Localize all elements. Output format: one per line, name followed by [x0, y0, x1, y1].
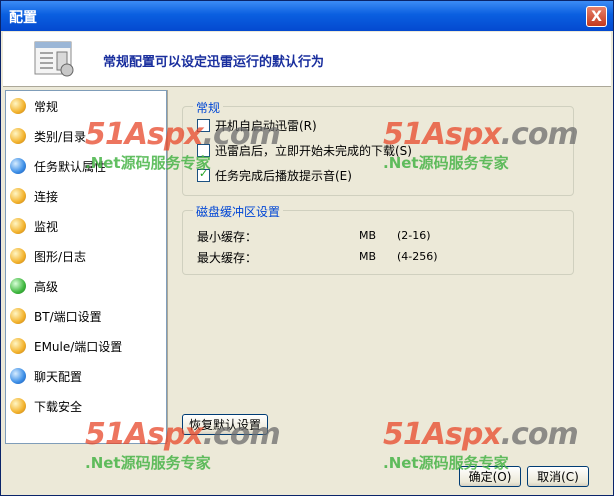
close-button[interactable]: X — [586, 6, 607, 27]
sidebar-item-label: EMule/端口设置 — [34, 339, 123, 354]
sidebar-item-label: 聊天配置 — [34, 369, 83, 384]
chat-icon — [10, 368, 26, 384]
sidebar-item-label: 监视 — [34, 219, 59, 234]
max-cache-unit: MB — [359, 250, 377, 263]
settings-document-icon — [34, 41, 74, 77]
completion-sound-label: 任务完成后播放提示音(E) — [215, 169, 352, 183]
completion-sound-option[interactable]: 任务完成后播放提示音(E) — [197, 167, 352, 184]
sidebar-item-label: 类别/目录 — [34, 129, 87, 144]
resume-downloads-option[interactable]: 迅雷启后，立即开始未完成的下载(S) — [197, 142, 412, 159]
title-bar[interactable]: 配置 X — [1, 1, 613, 31]
watermark-slogan: .Net源码服务专家 — [85, 454, 211, 472]
close-icon: X — [591, 9, 602, 25]
sidebar-item-emule-port[interactable]: EMule/端口设置 — [10, 335, 162, 357]
autostart-label: 开机自启动迅雷(R) — [215, 119, 317, 133]
general-group: 常规 开机自启动迅雷(R) 迅雷启后，立即开始未完成的下载(S) 任务完成后播放… — [182, 99, 574, 196]
blue-star-icon — [10, 158, 26, 174]
sidebar-item-category[interactable]: 类别/目录 — [10, 125, 162, 147]
green-circle-icon — [10, 278, 26, 294]
sidebar-item-connection[interactable]: 连接 — [10, 185, 162, 207]
sidebar-item-task-defaults[interactable]: 任务默认属性 — [10, 155, 162, 177]
header-banner: 常规配置可以设定迅雷运行的默认行为 — [3, 32, 611, 87]
sidebar-item-graphics-log[interactable]: 图形/日志 — [10, 245, 162, 267]
resume-downloads-checkbox[interactable] — [197, 144, 210, 157]
sidebar-item-download-security[interactable]: 下载安全 — [10, 395, 162, 417]
autostart-option[interactable]: 开机自启动迅雷(R) — [197, 117, 317, 134]
restore-defaults-button[interactable]: 恢复默认设置 — [182, 414, 268, 435]
orange-circle-icon — [10, 248, 26, 264]
sidebar-item-label: 图形/日志 — [34, 249, 87, 264]
orange-circle-icon — [10, 188, 26, 204]
min-cache-unit: MB — [359, 229, 377, 242]
config-window: 配置 X 常规配置可以设定迅雷运行的默认行为 常规 类别/目录 任务默认属性 连… — [0, 0, 614, 496]
category-list[interactable]: 常规 类别/目录 任务默认属性 连接 监视 图形/日志 高级 BT/端口设置 E… — [5, 90, 167, 444]
sidebar-item-bt-port[interactable]: BT/端口设置 — [10, 305, 162, 327]
completion-sound-checkbox[interactable] — [197, 167, 210, 182]
disk-cache-group-title: 磁盘缓冲区设置 — [193, 203, 284, 220]
max-cache-range: (4-256) — [397, 250, 438, 263]
orange-circle-icon — [10, 218, 26, 234]
min-cache-label: 最小缓存： — [197, 230, 258, 244]
sidebar-item-label: 任务默认属性 — [34, 159, 107, 174]
sidebar-item-label: 高级 — [34, 279, 59, 294]
sidebar-item-advanced[interactable]: 高级 — [10, 275, 162, 297]
cancel-button[interactable]: 取消(C) — [527, 466, 589, 487]
sidebar-item-general[interactable]: 常规 — [10, 95, 162, 117]
window-title: 配置 — [9, 10, 37, 26]
sidebar-item-label: 下载安全 — [34, 399, 83, 414]
general-group-title: 常规 — [193, 99, 224, 116]
header-description: 常规配置可以设定迅雷运行的默认行为 — [103, 55, 325, 70]
pane-splitter[interactable] — [167, 90, 171, 442]
sidebar-item-label: 常规 — [34, 99, 59, 114]
sidebar-item-chat[interactable]: 聊天配置 — [10, 365, 162, 387]
sidebar-item-label: 连接 — [34, 189, 59, 204]
max-cache-label: 最大缓存： — [197, 251, 258, 265]
disk-cache-group: 磁盘缓冲区设置 最小缓存： MB (2-16) 最大缓存： MB (4-256) — [182, 203, 574, 275]
orange-circle-icon — [10, 308, 26, 324]
orange-circle-icon — [10, 398, 26, 414]
ok-button[interactable]: 确定(O) — [459, 466, 521, 487]
orange-circle-icon — [10, 128, 26, 144]
sidebar-item-monitor[interactable]: 监视 — [10, 215, 162, 237]
settings-panel: 常规 开机自启动迅雷(R) 迅雷启后，立即开始未完成的下载(S) 任务完成后播放… — [172, 90, 610, 442]
resume-downloads-label: 迅雷启后，立即开始未完成的下载(S) — [215, 144, 412, 158]
autostart-checkbox[interactable] — [197, 119, 210, 132]
min-cache-range: (2-16) — [397, 229, 431, 242]
orange-circle-icon — [10, 98, 26, 114]
sidebar-item-label: BT/端口设置 — [34, 309, 102, 324]
orange-circle-icon — [10, 338, 26, 354]
